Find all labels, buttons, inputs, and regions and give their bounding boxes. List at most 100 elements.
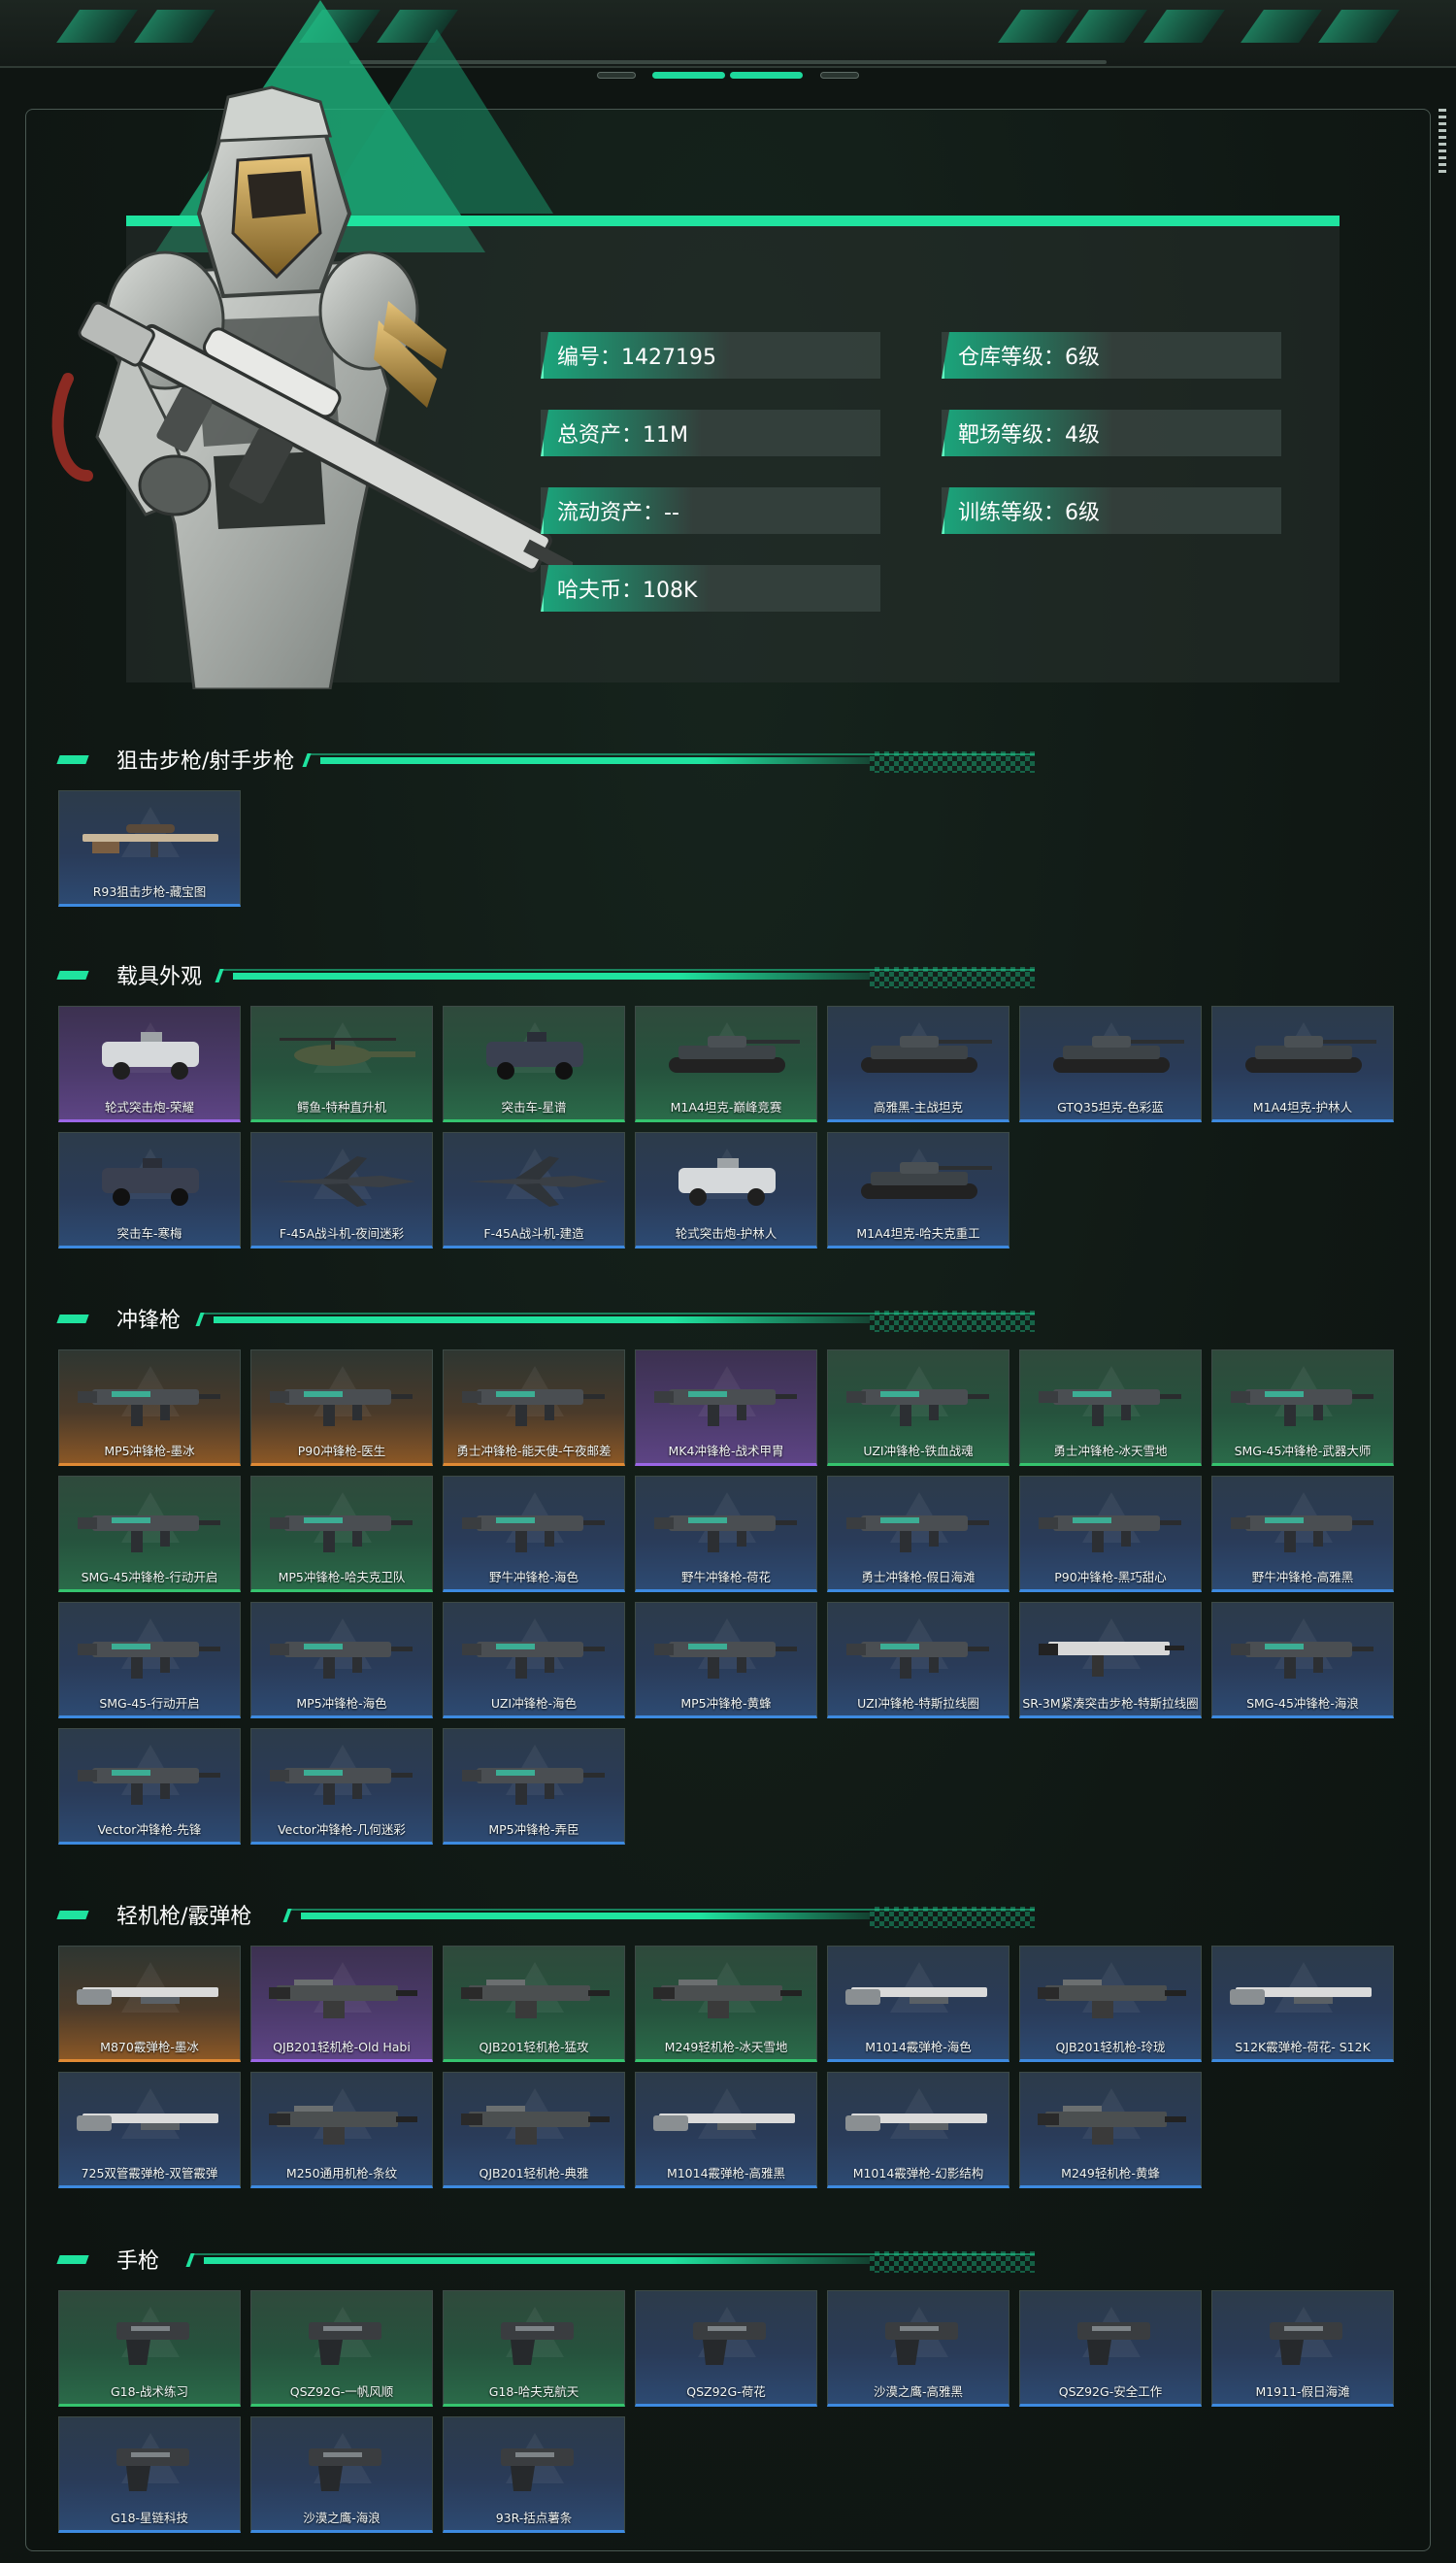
item-name: P90冲锋枪-医生 xyxy=(297,1444,386,1458)
item-card[interactable]: MP5冲锋枪-墨冰 xyxy=(58,1349,241,1466)
item-card[interactable]: MK4冲锋枪-战术甲胄 xyxy=(635,1349,817,1466)
item-card[interactable]: SMG-45-行动开启 xyxy=(58,1602,241,1718)
item-card[interactable]: SMG-45冲锋枪-行动开启 xyxy=(58,1476,241,1592)
item-card[interactable]: QSZ92G-安全工作 xyxy=(1019,2290,1202,2407)
section-checker-decor xyxy=(870,1907,1035,1928)
item-card[interactable]: 野牛冲锋枪-高雅黑 xyxy=(1211,1476,1394,1592)
item-card[interactable]: 突击车-寒梅 xyxy=(58,1132,241,1248)
item-card[interactable]: 93R-括点薯条 xyxy=(443,2416,625,2533)
item-card[interactable]: G18-哈夫克航天 xyxy=(443,2290,625,2407)
item-card[interactable]: SMG-45冲锋枪-武器大师 xyxy=(1211,1349,1394,1466)
item-name: F-45A战斗机-建造 xyxy=(483,1226,584,1241)
item-card[interactable]: Vector冲锋枪-先锋 xyxy=(58,1728,241,1845)
item-card[interactable]: UZI冲锋枪-特斯拉线圈 xyxy=(827,1602,1009,1718)
smg-icon xyxy=(1231,1389,1373,1426)
pistol-icon xyxy=(116,2448,189,2491)
item-card[interactable]: QSZ92G-一帆风顺 xyxy=(250,2290,433,2407)
item-card[interactable]: QJB201轻机枪-玲珑 xyxy=(1019,1946,1202,2062)
item-name: 沙漠之鹰-高雅黑 xyxy=(873,2384,963,2399)
section-header: 狙击步枪/射手步枪 xyxy=(54,740,1035,779)
section-title: 载具外观 xyxy=(116,965,203,989)
item-card[interactable]: S12K霰弹枪-荷花- S12K xyxy=(1211,1946,1394,2062)
item-card[interactable]: F-45A战斗机-夜间迷彩 xyxy=(250,1132,433,1248)
item-card[interactable]: 沙漠之鹰-海浪 xyxy=(250,2416,433,2533)
item-card[interactable]: R93狙击步枪-藏宝图 xyxy=(58,790,241,907)
item-card[interactable]: QJB201轻机枪-典雅 xyxy=(443,2072,625,2188)
item-card[interactable]: MP5冲锋枪-弄臣 xyxy=(443,1728,625,1845)
stat-range-level: 靶场等级：4级 xyxy=(942,410,1281,456)
banner-stripe xyxy=(1318,10,1400,43)
item-card[interactable]: M1A4坦克-哈夫克重工 xyxy=(827,1132,1009,1248)
item-name: SR-3M紧凑突击步枪-特斯拉线圈 xyxy=(1022,1696,1199,1711)
item-card[interactable]: SMG-45冲锋枪-海浪 xyxy=(1211,1602,1394,1718)
item-card[interactable]: G18-星链科技 xyxy=(58,2416,241,2533)
item-card[interactable]: M250通用机枪-条纹 xyxy=(250,2072,433,2188)
item-card[interactable]: 野牛冲锋枪-荷花 xyxy=(635,1476,817,1592)
item-card[interactable]: QJB201轻机枪-猛攻 xyxy=(443,1946,625,2062)
item-card[interactable]: UZI冲锋枪-铁血战魂 xyxy=(827,1349,1009,1466)
item-name: QSZ92G-一帆风顺 xyxy=(289,2384,394,2399)
item-card[interactable]: M870霰弹枪-墨冰 xyxy=(58,1946,241,2062)
item-card[interactable]: F-45A战斗机-建造 xyxy=(443,1132,625,1248)
item-card[interactable]: 轮式突击炮-护林人 xyxy=(635,1132,817,1248)
item-card[interactable]: 高雅黑-主战坦克 xyxy=(827,1006,1009,1122)
item-card[interactable]: 勇士冲锋枪-能天使-午夜邮差 xyxy=(443,1349,625,1466)
item-card[interactable]: 轮式突击炮-荣耀 xyxy=(58,1006,241,1122)
item-name: MK4冲锋枪-战术甲胄 xyxy=(668,1444,784,1458)
item-card[interactable]: M249轻机枪-冰天雪地 xyxy=(635,1946,817,2062)
item-name: R93狙击步枪-藏宝图 xyxy=(92,884,207,899)
item-card[interactable]: Vector冲锋枪-几何迷彩 xyxy=(250,1728,433,1845)
item-card[interactable]: 勇士冲锋枪-假日海滩 xyxy=(827,1476,1009,1592)
item-card[interactable]: 突击车-星谱 xyxy=(443,1006,625,1122)
item-card[interactable]: 野牛冲锋枪-海色 xyxy=(443,1476,625,1592)
item-card[interactable]: G18-战术练习 xyxy=(58,2290,241,2407)
item-name: F-45A战斗机-夜间迷彩 xyxy=(279,1226,405,1241)
item-card[interactable]: QJB201轻机枪-Old Habi xyxy=(250,1946,433,2062)
lmg-icon xyxy=(653,1980,802,2018)
item-card[interactable]: 鳄鱼-特种直升机 xyxy=(250,1006,433,1122)
item-card[interactable]: M1A4坦克-护林人 xyxy=(1211,1006,1394,1122)
item-card[interactable]: 725双管霰弹枪-双管霰弹 xyxy=(58,2072,241,2188)
lmg-icon xyxy=(461,1980,610,2018)
item-card[interactable]: P90冲锋枪-医生 xyxy=(250,1349,433,1466)
section-tick-decor xyxy=(302,753,312,767)
item-card[interactable]: MP5冲锋枪-海色 xyxy=(250,1602,433,1718)
item-card[interactable]: 勇士冲锋枪-冰天雪地 xyxy=(1019,1349,1202,1466)
item-card[interactable]: M1A4坦克-巅峰竞赛 xyxy=(635,1006,817,1122)
item-name: M1014霰弹枪-海色 xyxy=(865,2040,972,2054)
stat-havoc-coin: 哈夫币：108K xyxy=(541,565,880,612)
item-name: SMG-45冲锋枪-武器大师 xyxy=(1234,1444,1372,1458)
shotgun-icon xyxy=(77,1987,218,2005)
item-name: M249轻机枪-黄蜂 xyxy=(1061,2166,1160,2180)
section-title: 轻机枪/霰弹枪 xyxy=(116,1905,252,1929)
item-name: QJB201轻机枪-玲珑 xyxy=(1055,2040,1166,2054)
item-card[interactable]: 沙漠之鹰-高雅黑 xyxy=(827,2290,1009,2407)
item-card[interactable]: UZI冲锋枪-海色 xyxy=(443,1602,625,1718)
pistol-icon xyxy=(693,2322,766,2365)
item-name: 高雅黑-主战坦克 xyxy=(873,1100,963,1115)
item-card[interactable]: MP5冲锋枪-黄蜂 xyxy=(635,1602,817,1718)
item-card[interactable]: M249轻机枪-黄蜂 xyxy=(1019,2072,1202,2188)
smg-icon xyxy=(1231,1642,1373,1679)
smg-icon xyxy=(654,1515,797,1552)
banner-stripe xyxy=(1241,10,1322,43)
item-card[interactable]: SR-3M紧凑突击步枪-特斯拉线圈 xyxy=(1019,1602,1202,1718)
smg-icon xyxy=(270,1642,413,1679)
item-card[interactable]: M1014霰弹枪-高雅黑 xyxy=(635,2072,817,2188)
banner-stripe xyxy=(998,10,1079,43)
item-name: QJB201轻机枪-典雅 xyxy=(479,2166,589,2180)
item-card[interactable]: MP5冲锋枪-哈夫克卫队 xyxy=(250,1476,433,1592)
item-name: 轮式突击炮-护林人 xyxy=(675,1226,778,1241)
helicopter-icon xyxy=(280,1038,415,1066)
item-card[interactable]: M1911-假日海滩 xyxy=(1211,2290,1394,2407)
section-line-decor xyxy=(320,757,870,764)
item-name: 突击车-星谱 xyxy=(501,1100,567,1115)
smg-icon xyxy=(78,1768,220,1805)
item-card[interactable]: P90冲锋枪-黑巧甜心 xyxy=(1019,1476,1202,1592)
item-card[interactable]: M1014霰弹枪-幻影结构 xyxy=(827,2072,1009,2188)
scroll-handle[interactable] xyxy=(1439,109,1446,177)
item-card[interactable]: QSZ92G-荷花 xyxy=(635,2290,817,2407)
item-card[interactable]: GTQ35坦克-色彩蓝 xyxy=(1019,1006,1202,1122)
item-name: 勇士冲锋枪-假日海滩 xyxy=(861,1570,976,1584)
item-card[interactable]: M1014霰弹枪-海色 xyxy=(827,1946,1009,2062)
